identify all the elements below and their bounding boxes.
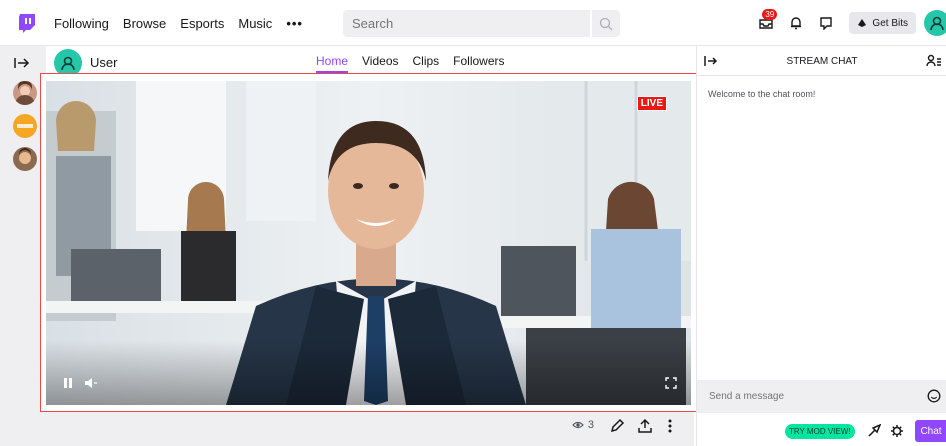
fullscreen-icon[interactable] [665, 377, 677, 389]
nav-links: Following Browse Esports Music ••• [54, 0, 303, 46]
video-player[interactable]: LIVE [46, 81, 691, 405]
tab-videos[interactable]: Videos [362, 54, 398, 68]
gear-icon[interactable] [890, 424, 904, 438]
more-menu-button[interactable]: ••• [286, 16, 303, 31]
bell-icon [791, 17, 802, 30]
more-options-icon[interactable] [666, 418, 674, 434]
search-icon [599, 17, 613, 30]
chat-message-input[interactable] [697, 391, 897, 402]
search-button[interactable] [590, 10, 620, 37]
emoji-icon[interactable] [927, 389, 941, 403]
community-users-icon[interactable] [926, 54, 942, 68]
stream-info-bar: 3 [46, 412, 694, 446]
user-icon [61, 56, 75, 71]
whispers-button[interactable] [811, 8, 841, 38]
search-input[interactable] [343, 16, 583, 31]
get-bits-label: Get Bits [872, 17, 908, 29]
nav-link-esports[interactable]: Esports [180, 16, 224, 31]
tab-home[interactable]: Home [316, 54, 349, 73]
video-stream-image [46, 81, 691, 405]
tab-clips[interactable]: Clips [413, 54, 440, 68]
expand-sidebar-icon[interactable] [14, 56, 30, 70]
notifications-button[interactable] [781, 8, 811, 38]
followed-channel-avatar[interactable] [13, 81, 37, 105]
inbox-button[interactable]: 39 [751, 8, 781, 38]
twitch-logo-icon[interactable] [16, 12, 38, 34]
channel-tabs: Home Videos Clips Followers [316, 46, 505, 76]
chat-bubble-icon [820, 17, 833, 30]
followed-channel-avatar[interactable] [13, 147, 37, 171]
nav-link-music[interactable]: Music [238, 16, 272, 31]
chat-welcome-message: Welcome to the chat room! [708, 89, 816, 99]
try-mod-view-badge[interactable]: TRY MOD VIEW! [785, 424, 855, 439]
send-chat-button[interactable]: Chat [915, 420, 946, 442]
nav-link-browse[interactable]: Browse [123, 16, 166, 31]
viewer-count: 3 [572, 419, 594, 431]
nav-link-following[interactable]: Following [54, 16, 109, 31]
volume-icon[interactable] [84, 377, 98, 389]
viewer-count-value: 3 [587, 419, 594, 431]
stream-chat-panel: STREAM CHAT Welcome to the chat room! TR… [696, 46, 946, 446]
user-icon [930, 16, 944, 31]
edit-pencil-icon[interactable] [609, 418, 625, 434]
app-window: Following Browse Esports Music ••• 39 [0, 0, 946, 446]
share-upload-icon[interactable] [637, 418, 653, 434]
bits-diamond-icon [858, 19, 867, 27]
top-right-actions: 39 Get Bits [751, 0, 946, 46]
followed-channel-avatar[interactable] [13, 114, 37, 138]
eye-icon [572, 421, 584, 429]
channel-name[interactable]: User [90, 55, 117, 70]
notification-badge: 39 [762, 9, 778, 20]
chat-input-box [697, 380, 946, 413]
user-avatar[interactable] [924, 10, 946, 36]
chat-title: STREAM CHAT [786, 56, 858, 67]
chat-footer: TRY MOD VIEW! Chat [697, 417, 946, 446]
get-bits-button[interactable]: Get Bits [849, 12, 916, 34]
top-navigation: Following Browse Esports Music ••• 39 [0, 0, 946, 46]
pause-icon[interactable] [62, 377, 74, 389]
live-badge: LIVE [636, 96, 667, 111]
tab-followers[interactable]: Followers [453, 54, 504, 68]
search-bar [343, 10, 620, 37]
channel-header: User Home Videos Clips Followers [46, 46, 696, 77]
chat-header: STREAM CHAT [697, 46, 946, 76]
mod-sword-icon[interactable] [867, 424, 881, 438]
video-player-frame: LIVE [40, 73, 699, 412]
